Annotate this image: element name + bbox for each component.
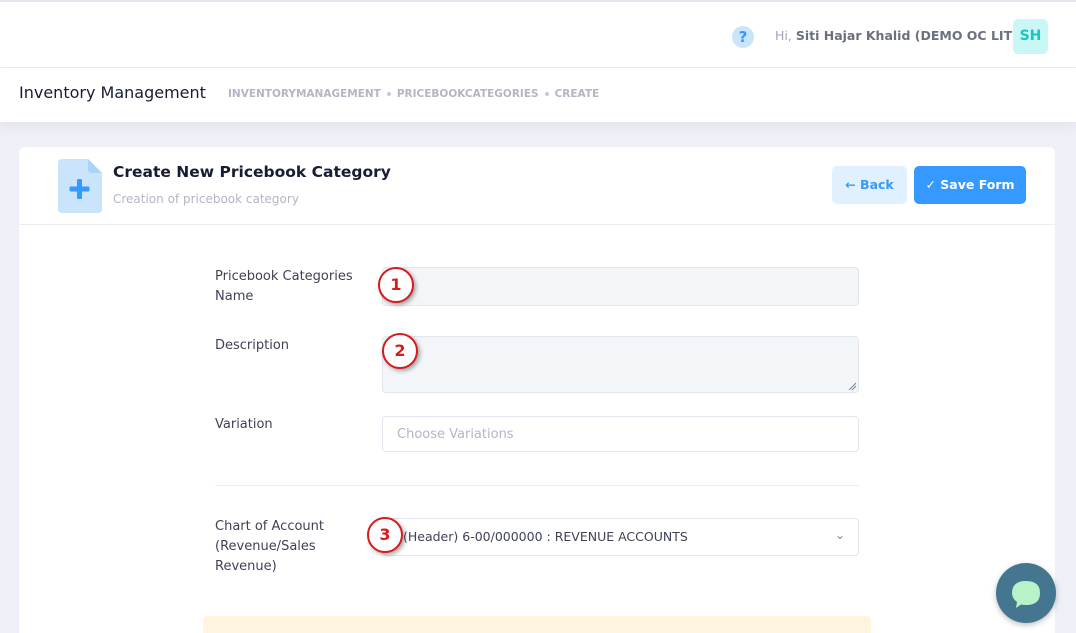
chart-of-account-label: Chart of Account (Revenue/Sales Revenue)	[215, 519, 325, 574]
annotation-marker-1: 1	[378, 267, 414, 303]
card-subtitle: Creation of pricebook category	[113, 192, 299, 206]
subheader: Inventory Management INVENTORYMANAGEMENT…	[0, 68, 1076, 122]
chat-launcher-button[interactable]	[996, 563, 1056, 623]
chevron-down-icon: ⌄	[834, 528, 845, 542]
page-title: Inventory Management	[19, 83, 206, 102]
back-button[interactable]: ← Back	[832, 166, 907, 204]
variation-select[interactable]: Choose Variations	[382, 416, 859, 452]
variation-label: Variation	[215, 417, 273, 432]
chart-of-account-value: (Header) 6-00/000000 : REVENUE ACCOUNTS	[403, 529, 688, 544]
card-header: Create New Pricebook Category Creation o…	[19, 147, 1055, 225]
divider	[215, 485, 859, 486]
breadcrumb: INVENTORYMANAGEMENT PRICEBOOKCATEGORIES CR…	[228, 88, 599, 100]
resize-grip-icon[interactable]	[848, 382, 856, 390]
description-label: Description	[215, 338, 290, 353]
user-greeting[interactable]: Hi, Siti Hajar Khalid (DEMO OC LITE)	[775, 28, 1026, 43]
name-label: Pricebook Categories Name	[215, 269, 353, 304]
annotation-marker-3: 3	[367, 517, 403, 553]
breadcrumb-item-inventorymanagement[interactable]: INVENTORYMANAGEMENT	[228, 88, 381, 100]
description-textarea[interactable]	[382, 336, 859, 393]
chat-bubble-icon	[1012, 581, 1040, 608]
breadcrumb-item-pricebookcategories[interactable]: PRICEBOOKCATEGORIES	[397, 88, 539, 100]
breadcrumb-item-create: CREATE	[554, 88, 600, 100]
avatar[interactable]: SH	[1013, 19, 1048, 54]
chart-of-account-select[interactable]: (Header) 6-00/000000 : REVENUE ACCOUNTS …	[382, 518, 859, 556]
save-form-button[interactable]: ✓ Save Form	[914, 166, 1026, 204]
category-name-input[interactable]	[382, 267, 859, 306]
breadcrumb-separator	[386, 92, 391, 96]
variation-placeholder: Choose Variations	[397, 427, 514, 442]
user-name: Siti Hajar Khalid (DEMO OC LITE)	[795, 28, 1027, 43]
topbar: ? Hi, Siti Hajar Khalid (DEMO OC LITE) S…	[0, 0, 1076, 68]
form-card: Create New Pricebook Category Creation o…	[19, 147, 1055, 633]
annotation-marker-2: 2	[382, 333, 418, 369]
question-circle-icon[interactable]: ?	[732, 26, 754, 48]
breadcrumb-separator	[544, 92, 549, 96]
alert-box	[203, 616, 871, 633]
card-title: Create New Pricebook Category	[113, 163, 391, 181]
greeting-prefix: Hi,	[775, 28, 792, 43]
file-plus-icon	[58, 159, 102, 213]
